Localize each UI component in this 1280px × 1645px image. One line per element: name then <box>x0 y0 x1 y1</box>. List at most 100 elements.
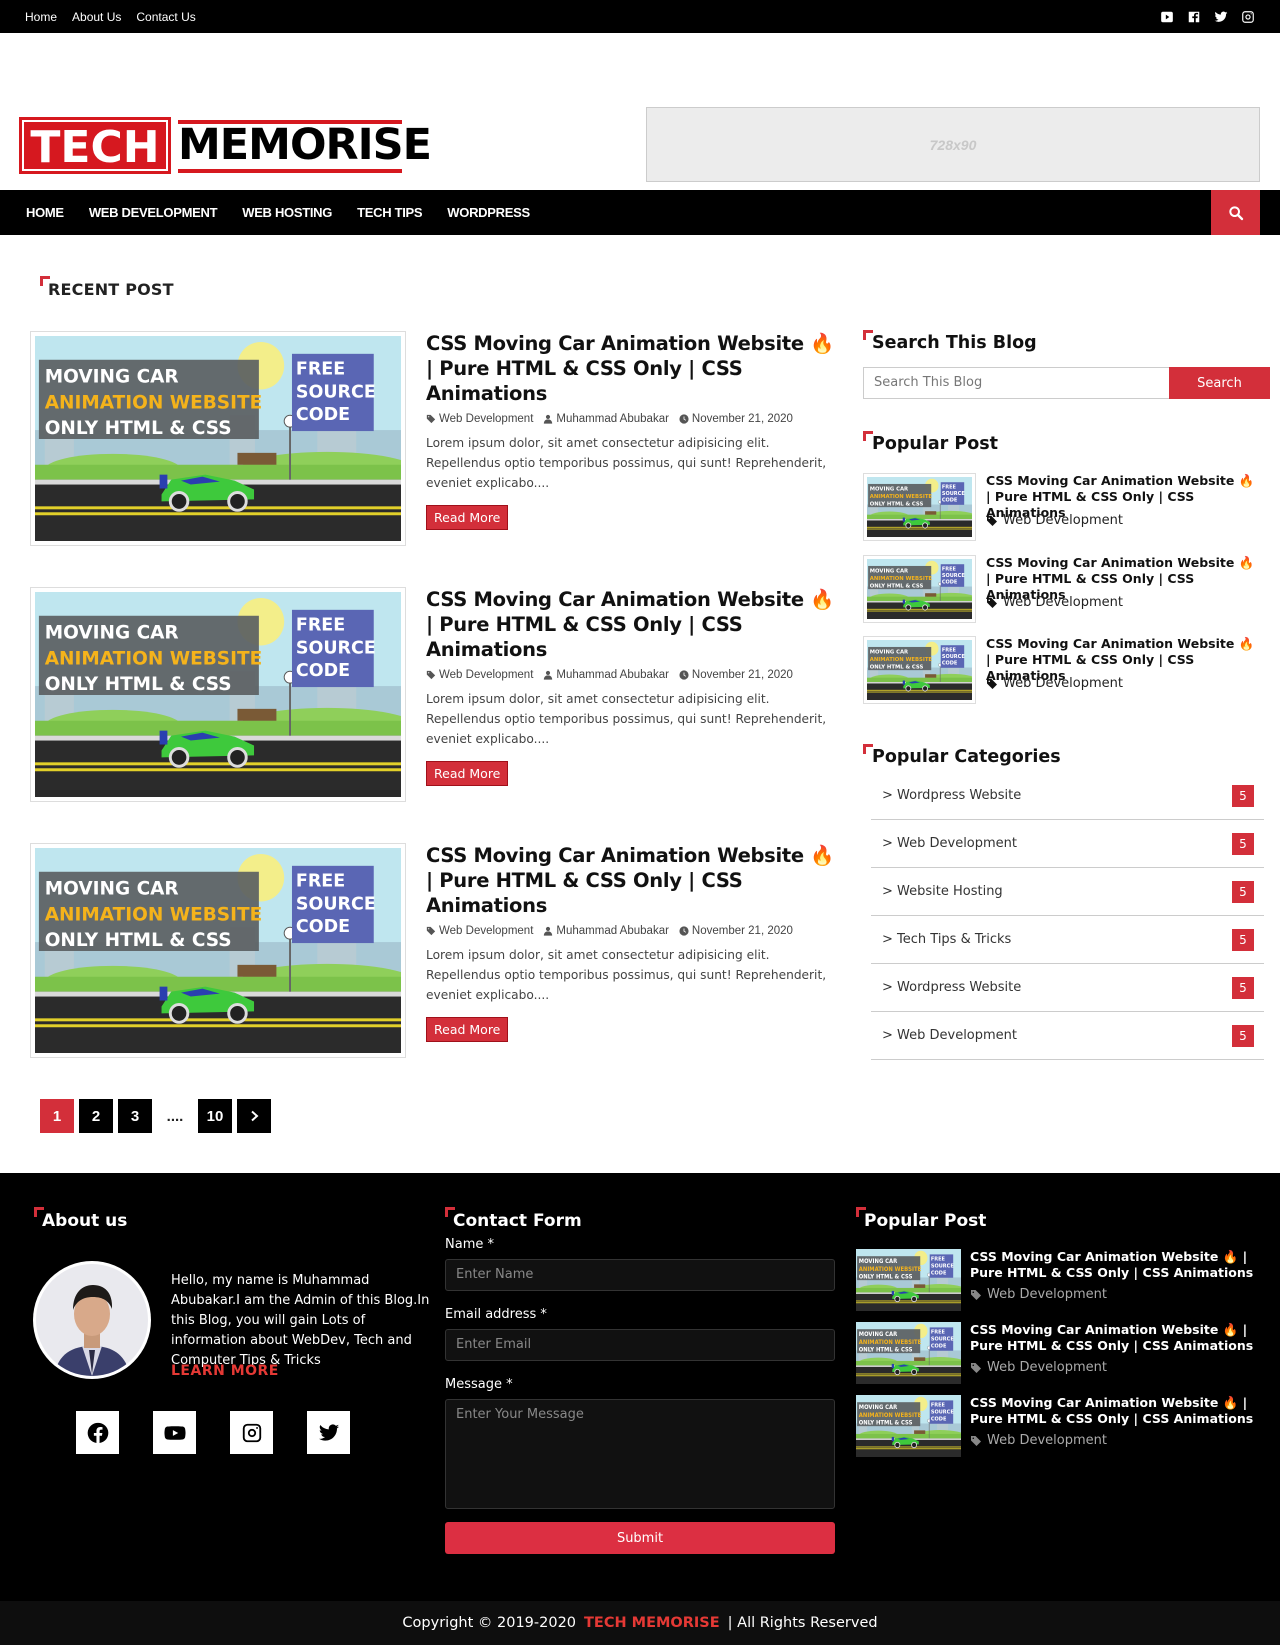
category-label: > Wordpress Website <box>882 980 1022 995</box>
post-excerpt: Lorem ipsum dolor, sit amet consectetur … <box>426 436 827 490</box>
footer-popular-item[interactable]: MOVING CAR ANIMATION WEBSITE ONLY HTML &… <box>856 1249 1256 1311</box>
popular-post-item[interactable]: MOVING CAR ANIMATION WEBSITE ONLY HTML &… <box>863 473 1263 541</box>
popular-post-category[interactable]: Web Development <box>970 1433 1107 1448</box>
svg-text:FREE: FREE <box>296 359 345 379</box>
popular-post-category[interactable]: Web Development <box>970 1287 1107 1302</box>
svg-text:SOURCE: SOURCE <box>931 1336 954 1342</box>
nav-web-development[interactable]: WEB DEVELOPMENT <box>89 205 218 220</box>
popular-post-item[interactable]: MOVING CAR ANIMATION WEBSITE ONLY HTML &… <box>863 636 1263 704</box>
nav-tech-tips[interactable]: TECH TIPS <box>357 205 423 220</box>
copyright-brand[interactable]: TECH MEMORISE <box>584 1615 720 1631</box>
category-item[interactable]: > Website Hosting 5 <box>871 868 1264 916</box>
popular-post-category[interactable]: Web Development <box>986 676 1123 691</box>
svg-text:MOVING CAR: MOVING CAR <box>45 878 179 899</box>
svg-text:ANIMATION WEBSITE: ANIMATION WEBSITE <box>859 1267 922 1273</box>
next-page-button[interactable] <box>237 1099 271 1133</box>
popular-post-category[interactable]: Web Development <box>970 1360 1107 1375</box>
popular-post-title[interactable]: CSS Moving Car Animation Website 🔥 | Pur… <box>970 1322 1260 1354</box>
tag-icon <box>987 515 997 526</box>
post-thumbnail[interactable]: MOVING CAR ANIMATION WEBSITE ONLY HTML &… <box>30 587 406 802</box>
popular-post-thumbnail[interactable]: MOVING CAR ANIMATION WEBSITE ONLY HTML &… <box>863 636 976 704</box>
svg-text:ONLY HTML & CSS: ONLY HTML & CSS <box>870 665 924 671</box>
category-item[interactable]: > Wordpress Website 5 <box>871 772 1264 820</box>
read-more-button[interactable]: Read More <box>426 1017 509 1042</box>
top-bar: Home About Us Contact Us <box>0 0 1280 33</box>
popular-post-category[interactable]: Web Development <box>986 513 1123 528</box>
category-item[interactable]: > Tech Tips & Tricks 5 <box>871 916 1264 964</box>
post-title[interactable]: CSS Moving Car Animation Website 🔥 | Pur… <box>426 843 840 918</box>
post-author[interactable]: Muhammad Abubakar <box>556 669 669 681</box>
chevron-right-icon <box>251 1110 259 1122</box>
category-count-badge: 5 <box>1232 832 1254 855</box>
svg-text:SOURCE: SOURCE <box>942 491 965 497</box>
svg-text:FREE: FREE <box>296 871 345 891</box>
popular-post-item[interactable]: MOVING CAR ANIMATION WEBSITE ONLY HTML &… <box>863 555 1263 623</box>
popular-post-thumbnail[interactable]: MOVING CAR ANIMATION WEBSITE ONLY HTML &… <box>856 1249 961 1311</box>
svg-text:SOURCE: SOURCE <box>296 894 376 914</box>
footer-popular-item[interactable]: MOVING CAR ANIMATION WEBSITE ONLY HTML &… <box>856 1322 1256 1384</box>
category-item[interactable]: > Wordpress Website 5 <box>871 964 1264 1012</box>
instagram-icon[interactable] <box>1240 10 1255 24</box>
ad-banner[interactable]: 728x90 <box>646 107 1260 182</box>
logo-tech: TECH <box>19 117 171 174</box>
post-author[interactable]: Muhammad Abubakar <box>556 413 669 425</box>
top-link-about[interactable]: About Us <box>72 10 121 24</box>
logo-memorise: MEMORISE <box>178 120 432 173</box>
submit-button[interactable]: Submit <box>445 1522 835 1554</box>
popular-post-thumbnail[interactable]: MOVING CAR ANIMATION WEBSITE ONLY HTML &… <box>856 1322 961 1384</box>
post-category[interactable]: Web Development <box>439 669 533 681</box>
popular-post-thumbnail[interactable]: MOVING CAR ANIMATION WEBSITE ONLY HTML &… <box>856 1395 961 1457</box>
read-more-button[interactable]: Read More <box>426 761 509 786</box>
post-title[interactable]: CSS Moving Car Animation Website 🔥 | Pur… <box>426 587 840 662</box>
tag-icon <box>971 1289 981 1300</box>
youtube-icon[interactable] <box>1159 10 1174 24</box>
read-more-button[interactable]: Read More <box>426 505 509 530</box>
popular-categories-title: Popular Categories <box>872 747 1061 767</box>
popular-post-title[interactable]: CSS Moving Car Animation Website 🔥 | Pur… <box>970 1249 1260 1281</box>
sidebar-search-input[interactable]: Search This Blog <box>863 367 1169 399</box>
facebook-icon[interactable] <box>1186 10 1201 24</box>
svg-text:FREE: FREE <box>942 484 957 490</box>
name-field[interactable]: Enter Name <box>445 1259 835 1291</box>
instagram-icon[interactable] <box>230 1411 273 1454</box>
facebook-icon[interactable] <box>76 1411 119 1454</box>
footer-popular-item[interactable]: MOVING CAR ANIMATION WEBSITE ONLY HTML &… <box>856 1395 1256 1457</box>
nav-home[interactable]: HOME <box>26 205 64 220</box>
nav-web-hosting[interactable]: WEB HOSTING <box>242 205 332 220</box>
popular-post-thumbnail[interactable]: MOVING CAR ANIMATION WEBSITE ONLY HTML &… <box>863 473 976 541</box>
page-10-button[interactable]: 10 <box>198 1099 232 1133</box>
svg-text:FREE: FREE <box>931 1403 946 1409</box>
svg-text:ANIMATION WEBSITE: ANIMATION WEBSITE <box>859 1413 922 1419</box>
page-3-button[interactable]: 3 <box>118 1099 152 1133</box>
twitter-icon[interactable] <box>1213 10 1228 24</box>
svg-text:ANIMATION WEBSITE: ANIMATION WEBSITE <box>45 904 263 925</box>
page-2-button[interactable]: 2 <box>79 1099 113 1133</box>
post-title[interactable]: CSS Moving Car Animation Website 🔥 | Pur… <box>426 331 840 406</box>
email-field[interactable]: Enter Email <box>445 1329 835 1361</box>
email-label: Email address * <box>445 1307 547 1322</box>
message-field[interactable]: Enter Your Message <box>445 1399 835 1509</box>
youtube-icon[interactable] <box>153 1411 196 1454</box>
popular-post-thumbnail[interactable]: MOVING CAR ANIMATION WEBSITE ONLY HTML &… <box>863 555 976 623</box>
post-thumbnail[interactable]: MOVING CAR ANIMATION WEBSITE ONLY HTML &… <box>30 843 406 1058</box>
popular-post-category[interactable]: Web Development <box>986 595 1123 610</box>
recent-post-title: RECENT POST <box>48 280 174 299</box>
post-category[interactable]: Web Development <box>439 925 533 937</box>
post-thumbnail[interactable]: MOVING CAR ANIMATION WEBSITE ONLY HTML &… <box>30 331 406 546</box>
post-category[interactable]: Web Development <box>439 413 533 425</box>
nav-wordpress[interactable]: WORDPRESS <box>447 205 530 220</box>
learn-more-link[interactable]: LEARN MORE <box>171 1363 279 1379</box>
top-link-contact[interactable]: Contact Us <box>136 10 195 24</box>
post-author[interactable]: Muhammad Abubakar <box>556 925 669 937</box>
nav-search-button[interactable] <box>1211 190 1260 235</box>
category-item[interactable]: > Web Development 5 <box>871 1012 1264 1060</box>
popular-post-title[interactable]: CSS Moving Car Animation Website 🔥 | Pur… <box>970 1395 1260 1427</box>
site-logo[interactable]: TECH MEMORISE <box>19 117 432 174</box>
twitter-icon[interactable] <box>307 1411 350 1454</box>
page-1-button[interactable]: 1 <box>40 1099 74 1133</box>
sidebar-search-button[interactable]: Search <box>1169 367 1270 399</box>
clock-icon <box>679 414 689 424</box>
svg-text:MOVING CAR: MOVING CAR <box>859 1332 898 1338</box>
top-link-home[interactable]: Home <box>25 10 57 24</box>
category-item[interactable]: > Web Development 5 <box>871 820 1264 868</box>
